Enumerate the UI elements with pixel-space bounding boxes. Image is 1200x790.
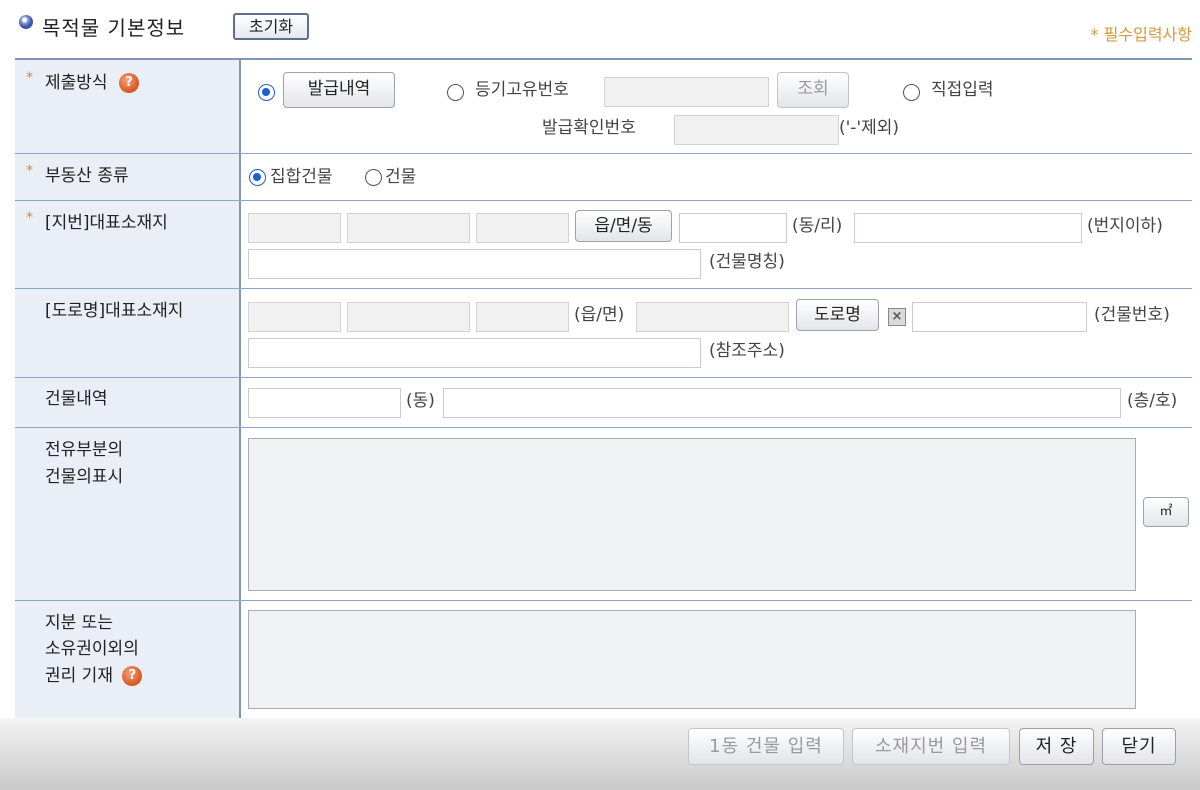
required-star-icon: *	[26, 210, 33, 226]
reference-address-input[interactable]	[248, 338, 701, 368]
floor-ho-input[interactable]	[443, 388, 1121, 418]
road-name-input[interactable]	[636, 302, 789, 332]
row-lot-address: * [지번]대표소재지 읍/면/동 (동/리) (번지이하) (건물명칭)	[15, 201, 1192, 289]
exclusive-part-label-1: 전유부분의	[45, 440, 124, 460]
square-meter-button[interactable]: ㎡	[1143, 497, 1189, 527]
confirm-number-input[interactable]	[674, 115, 839, 145]
label-cell: 건물내역	[15, 378, 241, 427]
radio-direct[interactable]	[903, 84, 920, 101]
radio-registry[interactable]	[447, 84, 464, 101]
label-cell: * 부동산 종류	[15, 154, 241, 200]
required-star-icon: *	[26, 70, 33, 86]
issued-button[interactable]: 발급내역	[283, 72, 395, 108]
lot-address-label: [지번]대표소재지	[45, 213, 168, 233]
rights-label-1: 지분 또는	[45, 613, 113, 633]
radio-issued[interactable]	[258, 84, 275, 101]
dong-label: (동)	[406, 391, 435, 411]
collective-label: 집합건물	[270, 167, 333, 187]
dong-ri-input[interactable]	[679, 213, 787, 243]
label-cell: * 제출방식 ?	[15, 60, 241, 153]
required-star-icon: *	[26, 163, 33, 179]
reset-button[interactable]: 초기화	[233, 13, 309, 40]
road-address-label: [도로명]대표소재지	[45, 301, 184, 321]
building-label: 건물	[385, 167, 417, 187]
clear-icon[interactable]: ×	[888, 308, 906, 326]
property-type-label: 부동산 종류	[45, 166, 129, 186]
help-icon[interactable]: ?	[118, 73, 139, 93]
property-form: * 제출방식 ? 발급내역 등기고유번호 조회 직접입력 발급확인번호 ('-'…	[15, 58, 1192, 721]
rights-textarea[interactable]	[248, 610, 1136, 709]
close-button[interactable]: 닫기	[1102, 728, 1176, 765]
rights-label-2: 소유권이외의	[45, 639, 139, 659]
save-button[interactable]: 저 장	[1019, 728, 1094, 765]
reference-address-label: (참조주소)	[709, 341, 785, 361]
radio-building[interactable]	[365, 169, 382, 186]
sigungu-select[interactable]	[347, 213, 470, 243]
label-cell: 지분 또는 소유권이외의 권리 기재 ?	[15, 601, 241, 719]
row-submission: * 제출방식 ? 발급내역 등기고유번호 조회 직접입력 발급확인번호 ('-'…	[15, 60, 1192, 154]
section-title: 목적물 기본정보	[42, 16, 186, 40]
building-number-input[interactable]	[912, 302, 1087, 332]
registry-number-input[interactable]	[604, 77, 769, 107]
confirm-number-label: 발급확인번호	[542, 118, 636, 138]
building-detail-label: 건물내역	[45, 389, 108, 409]
label-cell: 전유부분의 건물의표시	[15, 428, 241, 600]
required-note: * 필수입력사항	[1090, 25, 1192, 44]
building-name-input[interactable]	[248, 249, 701, 279]
sido-select[interactable]	[248, 213, 341, 243]
eup-myeon-label: (읍/면)	[574, 305, 625, 325]
building-name-label: (건물명칭)	[709, 252, 785, 272]
road-town-select[interactable]	[476, 302, 569, 332]
submission-label: 제출방식 ?	[45, 70, 139, 97]
lookup-button[interactable]: 조회	[777, 72, 849, 108]
registry-label: 등기고유번호	[475, 80, 569, 100]
lot-input-button[interactable]: 소재지번 입력	[852, 728, 1010, 765]
floor-ho-label: (층/호)	[1127, 391, 1178, 411]
lot-number-label: (번지이하)	[1087, 216, 1163, 236]
exclusive-part-label-2: 건물의표시	[45, 467, 124, 487]
road-name-button[interactable]: 도로명	[796, 299, 879, 331]
row-exclusive-part: 전유부분의 건물의표시 ㎡	[15, 428, 1192, 601]
dong-ri-label: (동/리)	[792, 216, 843, 236]
direct-label: 직접입력	[931, 80, 994, 100]
section-header: 목적물 기본정보 초기화 * 필수입력사항	[0, 0, 1200, 58]
label-cell: [도로명]대표소재지	[15, 289, 241, 377]
town-select[interactable]	[476, 213, 569, 243]
label-cell: * [지번]대표소재지	[15, 201, 241, 288]
building-number-label: (건물번호)	[1094, 305, 1170, 325]
row-building-detail: 건물내역 (동) (층/호)	[15, 378, 1192, 428]
row-road-address: [도로명]대표소재지 (읍/면) 도로명 × (건물번호) (참조주소)	[15, 289, 1192, 378]
town-button[interactable]: 읍/면/동	[575, 210, 672, 242]
road-sigungu-select[interactable]	[347, 302, 470, 332]
row-rights: 지분 또는 소유권이외의 권리 기재 ?	[15, 601, 1192, 721]
row-property-type: * 부동산 종류 집합건물 건물	[15, 154, 1192, 201]
bullet-icon	[19, 15, 33, 29]
footer-bar: 1동 건물 입력 소재지번 입력 저 장 닫기	[0, 718, 1200, 790]
radio-collective[interactable]	[249, 169, 266, 186]
confirm-note: ('-'제외)	[839, 118, 900, 138]
help-icon[interactable]: ?	[122, 666, 143, 686]
lot-number-input[interactable]	[854, 213, 1082, 243]
road-sido-select[interactable]	[248, 302, 341, 332]
exclusive-part-textarea[interactable]	[248, 438, 1136, 591]
one-building-button[interactable]: 1동 건물 입력	[688, 728, 844, 765]
dong-input[interactable]	[248, 388, 401, 418]
rights-label-3: 권리 기재 ?	[45, 663, 143, 690]
